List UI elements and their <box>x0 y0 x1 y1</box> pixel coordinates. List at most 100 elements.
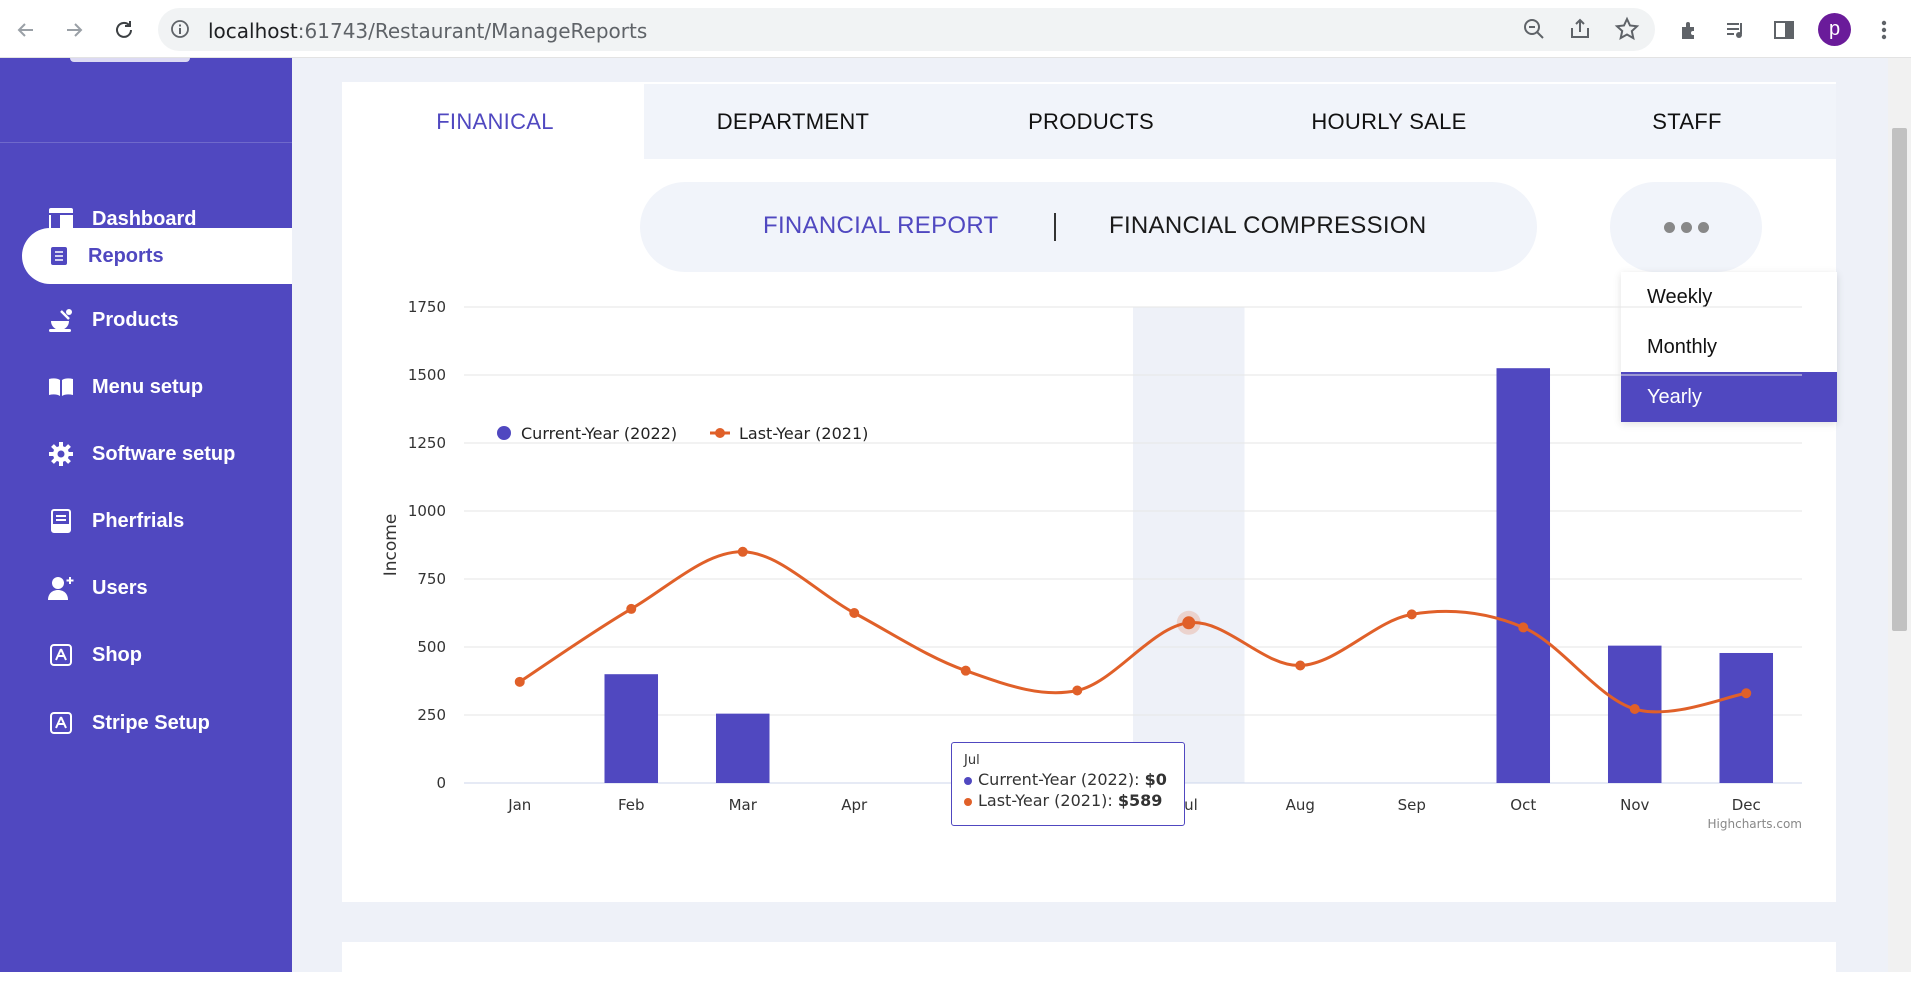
tooltip-label: Current-Year (2022): <box>978 770 1145 789</box>
x-tick-label: Apr <box>841 796 868 814</box>
legend-marker-last <box>715 428 725 438</box>
tab-staff[interactable]: STAFF <box>1538 84 1836 159</box>
y-axis-label: Income <box>381 514 401 577</box>
tooltip-title: Jul <box>964 753 980 768</box>
products-icon <box>46 305 76 335</box>
bar-current-year <box>604 674 659 783</box>
chart-tooltip: Jul Current-Year (2022): $0 Last-Year (2… <box>951 742 1185 826</box>
sidebar-item-menu-setup[interactable]: Menu setup <box>22 359 292 415</box>
zoom-icon[interactable] <box>1521 16 1547 47</box>
y-tick-label: 500 <box>417 638 446 656</box>
more-options-button[interactable] <box>1610 182 1762 272</box>
forward-icon[interactable] <box>56 12 92 48</box>
point-last-year <box>1406 609 1417 620</box>
stripe-icon <box>46 708 76 738</box>
bookmark-star-icon[interactable] <box>1614 16 1640 47</box>
x-tick-label: Sep <box>1398 796 1426 814</box>
sidebar-item-label: Users <box>92 576 148 599</box>
tooltip-value: $589 <box>1117 791 1163 810</box>
more-dot-icon <box>1697 221 1709 233</box>
sidebar: Dashboard Reports Products Menu setup So… <box>0 58 292 972</box>
point-last-year <box>1741 688 1752 699</box>
extensions-icon[interactable] <box>1672 12 1708 48</box>
subtab-divider <box>1054 213 1056 241</box>
report-subtabs: FINANCIAL REPORT FINANCIAL COMPRESSION <box>640 182 1537 272</box>
url-host: localhost <box>208 19 298 43</box>
sidebar-item-products[interactable]: Products <box>22 292 292 348</box>
point-last-year <box>849 608 860 618</box>
sidebar-item-label: Products <box>92 308 179 331</box>
legend-label-current: Current-Year (2022) <box>521 424 677 443</box>
x-tick-label: Feb <box>618 796 645 814</box>
y-tick-label: 250 <box>417 706 446 724</box>
tooltip-row-current: Current-Year (2022): $0 <box>964 770 1172 789</box>
gear-icon <box>46 439 76 469</box>
x-tick-label: Oct <box>1510 796 1536 814</box>
subtab-financial-report[interactable]: FINANCIAL REPORT <box>763 212 999 240</box>
sidebar-item-pherfrials[interactable]: Pherfrials <box>22 493 292 549</box>
sidebar-item-label: Pherfrials <box>92 509 185 532</box>
y-tick-label: 1500 <box>408 366 446 384</box>
back-icon[interactable] <box>8 12 44 48</box>
y-tick-label: 1000 <box>408 502 446 520</box>
tab-products[interactable]: PRODUCTS <box>942 84 1240 159</box>
report-tabs: FINANICAL DEPARTMENT PRODUCTS HOURLY SAL… <box>346 84 1836 159</box>
tooltip-row-last: Last-Year (2021): $589 <box>964 791 1172 810</box>
point-last-year <box>1295 660 1306 671</box>
profile-avatar[interactable]: p <box>1818 13 1851 46</box>
tab-department[interactable]: DEPARTMENT <box>644 84 942 159</box>
kebab-menu-icon[interactable] <box>1866 12 1902 48</box>
browser-toolbar: localhost:61743/Restaurant/ManageReports… <box>0 0 1911 58</box>
point-last-year <box>737 546 748 557</box>
bar-current-year <box>715 713 770 783</box>
tab-financial[interactable]: FINANICAL <box>346 84 644 159</box>
secondary-card <box>342 942 1836 982</box>
sidebar-item-label: Stripe Setup <box>92 711 210 734</box>
point-last-year <box>626 603 637 614</box>
point-last-year <box>960 665 971 676</box>
media-icon[interactable] <box>1718 12 1754 48</box>
tooltip-label: Last-Year (2021): <box>978 791 1118 810</box>
sidebar-item-users[interactable]: Users <box>22 560 292 616</box>
scrollbar-thumb[interactable] <box>1892 128 1907 631</box>
x-tick-label: Jan <box>507 796 531 814</box>
x-tick-label: Dec <box>1732 796 1761 814</box>
url-path: :61743/Restaurant/ManageReports <box>297 19 648 43</box>
sidebar-item-stripe-setup[interactable]: Stripe Setup <box>22 695 292 751</box>
y-tick-label: 1750 <box>408 298 446 316</box>
legend-marker-current <box>497 426 511 440</box>
legend-label-last: Last-Year (2021) <box>739 424 868 443</box>
series-marker-icon <box>964 776 972 785</box>
side-panel-icon[interactable] <box>1766 12 1802 48</box>
shop-icon <box>46 640 76 670</box>
point-last-year <box>1518 622 1529 633</box>
share-icon[interactable] <box>1568 16 1594 47</box>
sidebar-item-label: Reports <box>88 244 164 267</box>
y-tick-label: 0 <box>436 774 446 792</box>
sidebar-item-label: Shop <box>92 643 142 666</box>
add-user-icon <box>46 573 76 603</box>
reports-icon <box>44 241 74 271</box>
chart-credit: Highcharts.com <box>1708 817 1802 831</box>
site-info-icon[interactable] <box>170 19 190 44</box>
x-tick-label: Nov <box>1620 796 1649 814</box>
point-last-year <box>1072 685 1083 696</box>
sidebar-item-software-setup[interactable]: Software setup <box>22 426 292 482</box>
reload-icon[interactable] <box>106 12 142 48</box>
printer-icon <box>46 506 76 536</box>
y-tick-label: 750 <box>417 570 446 588</box>
subtab-financial-compression[interactable]: FINANCIAL COMPRESSION <box>1109 212 1426 240</box>
bar-current-year <box>1607 645 1662 783</box>
sidebar-item-shop[interactable]: Shop <box>22 627 292 683</box>
tooltip-value: $0 <box>1144 770 1167 789</box>
url-text: localhost:61743/Restaurant/ManageReports <box>208 19 647 43</box>
tab-hourly-sale[interactable]: HOURLY SALE <box>1240 84 1538 159</box>
address-bar[interactable]: localhost:61743/Restaurant/ManageReports <box>158 8 1655 51</box>
point-last-year <box>1182 616 1196 630</box>
bar-current-year <box>1496 368 1551 783</box>
point-last-year <box>1629 704 1640 715</box>
sidebar-item-reports[interactable]: Reports <box>22 228 292 284</box>
y-tick-label: 1250 <box>408 434 446 452</box>
more-dot-icon <box>1663 221 1675 233</box>
x-tick-label: Aug <box>1286 796 1315 814</box>
